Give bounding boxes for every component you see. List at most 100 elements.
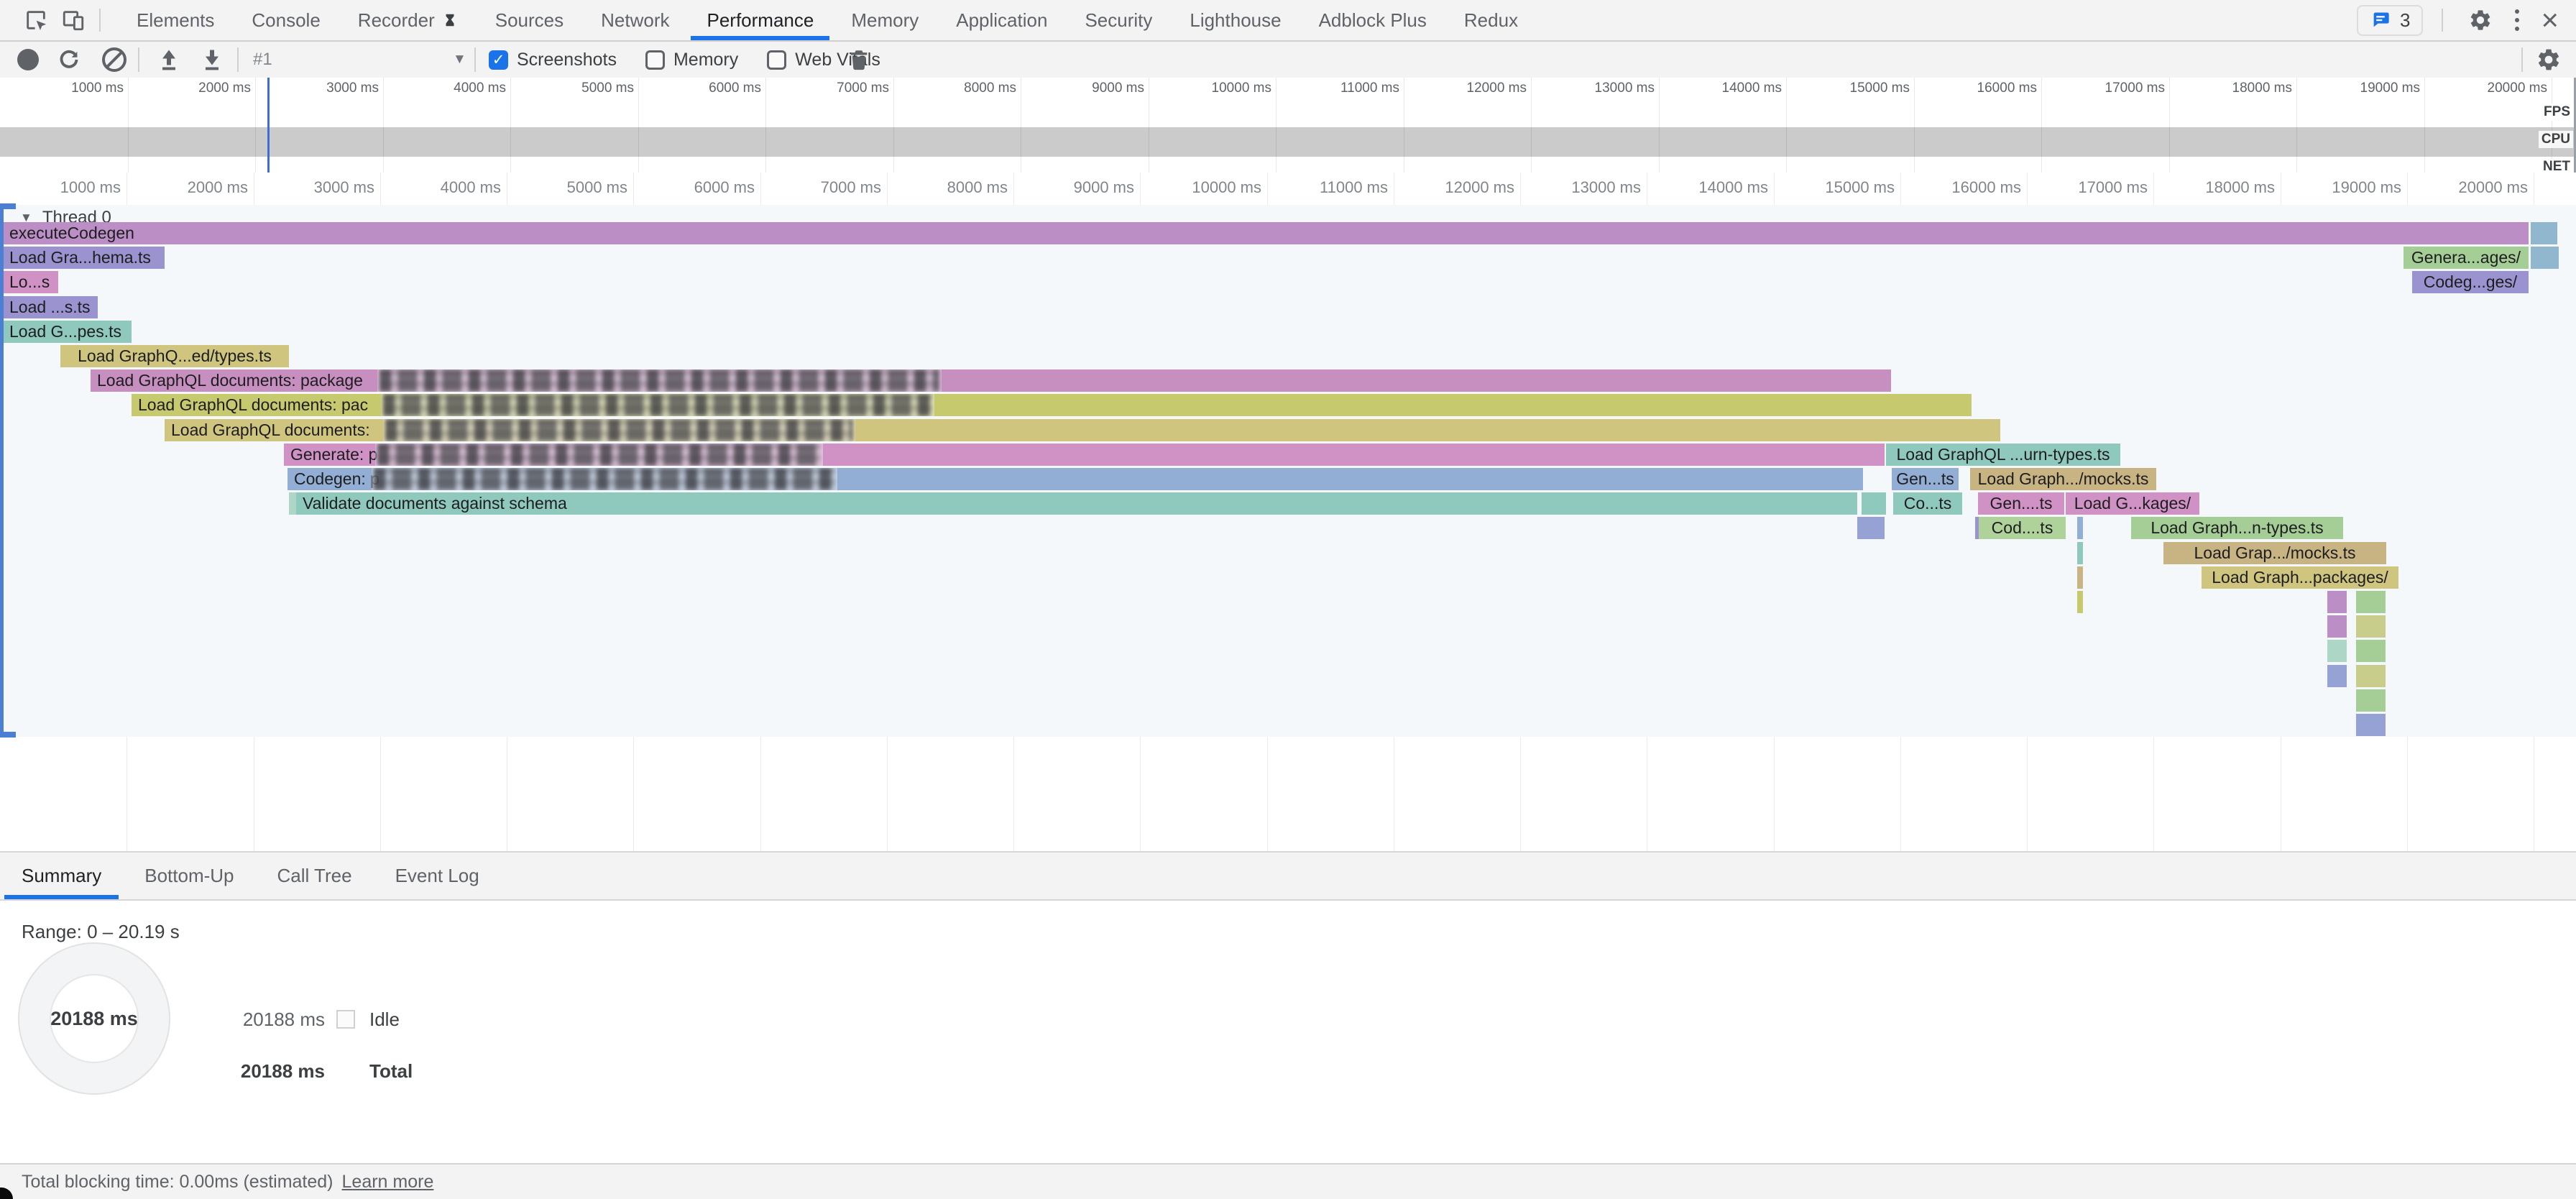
- selection-bracket[interactable]: [0, 203, 4, 738]
- tab-elements[interactable]: Elements: [118, 0, 233, 40]
- flame-bar[interactable]: Gen....ts: [1978, 492, 2064, 515]
- close-icon[interactable]: ×: [2535, 5, 2564, 35]
- tab-application[interactable]: Application: [937, 0, 1066, 40]
- flame-bar[interactable]: Genera...ages/: [2404, 247, 2529, 269]
- flame-bar[interactable]: [1862, 492, 1886, 515]
- flame-bar[interactable]: Load GraphQ...ed/types.ts: [60, 345, 289, 367]
- record-button[interactable]: [17, 42, 39, 78]
- memory-checkbox[interactable]: [645, 50, 665, 70]
- ruler-tick-label: 1000 ms: [0, 178, 121, 198]
- flame-bar[interactable]: Load Graph.../mocks.ts: [1970, 468, 2156, 490]
- flame-bar[interactable]: [2356, 615, 2386, 638]
- flame-bar-label: Gen...ts: [1896, 469, 1954, 488]
- flame-bar[interactable]: Load G...pes.ts: [3, 321, 132, 343]
- flame-bar[interactable]: [2356, 665, 2386, 687]
- flame-bar[interactable]: [2356, 714, 2386, 736]
- flame-bar[interactable]: [2077, 591, 2083, 613]
- flame-bar[interactable]: Cod....ts: [1979, 517, 2066, 539]
- flame-bar[interactable]: Co...ts: [1893, 492, 1962, 515]
- ruler-tick-label: 12000 ms: [1385, 178, 1514, 198]
- flame-bar[interactable]: [2327, 640, 2347, 662]
- flame-bar[interactable]: executeCodegen: [3, 222, 2529, 244]
- flame-bar[interactable]: Load G...kages/: [2066, 492, 2199, 515]
- screenshots-checkbox[interactable]: ✓: [489, 50, 508, 70]
- flame-bar-label: Generate: p: [290, 445, 377, 464]
- tab-bottom-up[interactable]: Bottom-Up: [123, 853, 255, 899]
- flame-bar[interactable]: [2356, 591, 2386, 613]
- tab-network[interactable]: Network: [582, 0, 688, 40]
- flame-bar[interactable]: [2356, 689, 2386, 712]
- tab-label: Lighthouse: [1190, 9, 1281, 32]
- panel-tabs: ElementsConsoleRecorderSourcesNetworkPer…: [118, 0, 1537, 40]
- history-select[interactable]: #1: [253, 42, 272, 78]
- tab-memory[interactable]: Memory: [832, 0, 937, 40]
- flame-bar[interactable]: Load Graph...packages/: [2202, 566, 2398, 589]
- flame-bar[interactable]: [2327, 591, 2347, 613]
- history-dropdown-arrow[interactable]: ▼: [453, 42, 466, 78]
- flame-bar[interactable]: Load GraphQL documents: package: [91, 369, 1891, 392]
- tab-performance[interactable]: Performance: [688, 0, 832, 40]
- tab-adblock-plus[interactable]: Adblock Plus: [1300, 0, 1445, 40]
- clear-icon[interactable]: [102, 42, 126, 78]
- capture-options: ✓ScreenshotsMemoryWeb Vitals: [489, 42, 896, 78]
- ruler-tick-label: 7000 ms: [752, 178, 881, 198]
- flame-bar[interactable]: [2077, 517, 2083, 539]
- flame-bar[interactable]: Load Gra...hema.ts: [3, 247, 165, 269]
- tab-redux[interactable]: Redux: [1445, 0, 1537, 40]
- learn-more-link[interactable]: Learn more: [342, 1172, 434, 1193]
- ruler-tick-label: 15000 ms: [1765, 178, 1895, 198]
- divider: [2442, 9, 2443, 32]
- tab-security[interactable]: Security: [1066, 0, 1171, 40]
- flame-bar-label: Load G...kages/: [2074, 494, 2191, 513]
- redacted-text: [377, 369, 942, 392]
- checkbox-memory[interactable]: Memory: [645, 50, 738, 70]
- checkbox-label: Screenshots: [517, 50, 617, 70]
- flame-bar[interactable]: Load GraphQL documents:: [165, 419, 2000, 441]
- flame-bar[interactable]: Load GraphQL ...urn-types.ts: [1886, 444, 2120, 466]
- flame-bar[interactable]: [2356, 640, 2386, 662]
- flame-bar[interactable]: Codeg...ges/: [2412, 271, 2529, 293]
- tab-sources[interactable]: Sources: [477, 0, 582, 40]
- tab-summary[interactable]: Summary: [0, 853, 123, 899]
- flame-bar[interactable]: Lo...s: [3, 271, 58, 293]
- flame-chart[interactable]: ▼ Thread 0 executeCodegenLoad Gra...hema…: [0, 205, 2576, 737]
- tab-event-log[interactable]: Event Log: [374, 853, 501, 899]
- web-vitals-checkbox[interactable]: [767, 50, 786, 70]
- flame-bar[interactable]: Load Graph...n-types.ts: [2131, 517, 2343, 539]
- flame-bar[interactable]: Load ...s.ts: [3, 296, 98, 318]
- overview-playhead[interactable]: [267, 78, 270, 173]
- tab-console[interactable]: Console: [233, 0, 339, 40]
- save-profile-icon[interactable]: [199, 42, 225, 78]
- tab-recorder[interactable]: Recorder: [339, 0, 477, 40]
- flame-bar[interactable]: [2327, 615, 2347, 638]
- flame-bar[interactable]: [2531, 247, 2559, 269]
- settings-gear-icon[interactable]: [2462, 4, 2499, 36]
- flame-bar[interactable]: Gen...ts: [1892, 468, 1959, 490]
- load-profile-icon[interactable]: [156, 42, 182, 78]
- flame-bar[interactable]: [2327, 665, 2347, 687]
- flame-bar[interactable]: Validate documents against schema: [296, 492, 1857, 515]
- flame-bar[interactable]: Load Grap.../mocks.ts: [2163, 542, 2386, 564]
- trash-icon[interactable]: [847, 42, 871, 78]
- capture-settings-gear-icon[interactable]: [2536, 42, 2562, 78]
- tab-call-tree[interactable]: Call Tree: [256, 853, 374, 899]
- flame-bar[interactable]: Codegen: p: [288, 468, 1863, 490]
- reload-record-icon[interactable]: [56, 42, 82, 78]
- overview-tick-label: 10000 ms: [1149, 81, 1271, 98]
- flame-bar[interactable]: [2531, 222, 2557, 244]
- device-toolbar-icon[interactable]: [55, 4, 92, 36]
- checkbox-screenshots[interactable]: ✓ Screenshots: [489, 50, 617, 70]
- flame-bar[interactable]: [1857, 517, 1885, 539]
- inspect-icon[interactable]: [17, 4, 55, 36]
- flame-bar[interactable]: Generate: p: [284, 444, 1885, 466]
- tab-lighthouse[interactable]: Lighthouse: [1171, 0, 1300, 40]
- flame-bar[interactable]: [289, 492, 296, 515]
- more-menu-icon[interactable]: [2511, 9, 2524, 31]
- issues-badge[interactable]: 3: [2357, 5, 2423, 36]
- flame-bar-label: Load GraphQ...ed/types.ts: [78, 346, 272, 365]
- flame-bar[interactable]: [2077, 542, 2083, 564]
- flame-bar[interactable]: [2077, 566, 2083, 589]
- flame-bar[interactable]: Load GraphQL documents: pac: [132, 394, 1972, 416]
- timeline-overview[interactable]: 1000 ms2000 ms3000 ms4000 ms5000 ms6000 …: [0, 78, 2576, 174]
- overview-tick-label: 16000 ms: [1915, 81, 2037, 98]
